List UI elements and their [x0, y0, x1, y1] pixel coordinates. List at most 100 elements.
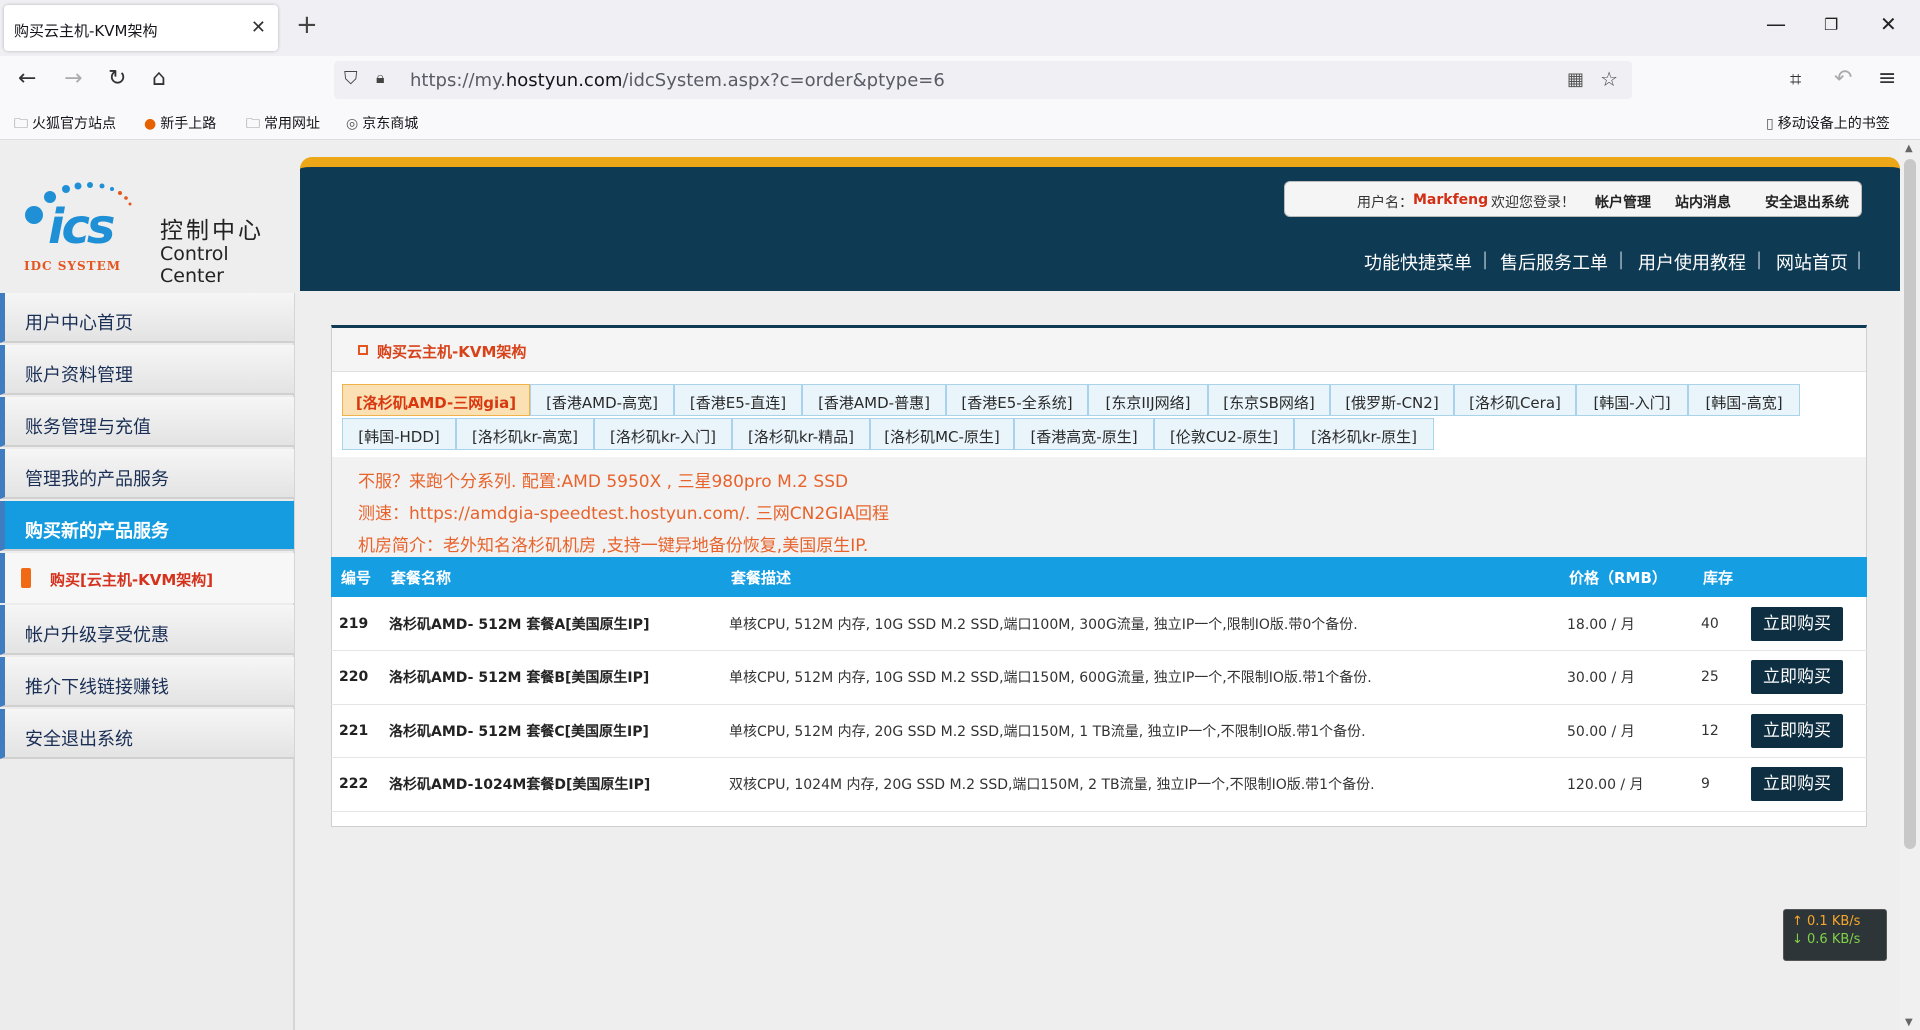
- tab-korea-entry[interactable]: [韩国-入门]: [1576, 384, 1688, 416]
- menu-icon[interactable]: ≡: [1878, 66, 1896, 92]
- browser-tab-bar: 购买云主机-KVM架构 ✕ + — ❐ ✕: [0, 0, 1920, 56]
- browser-nav-bar: ← → ↻ ⌂ ⛉ 🔒︎ https://my.hostyun.com/idcS…: [0, 56, 1920, 104]
- network-speed-widget: ↑ 0.1 KB/s ↓ 0.6 KB/s: [1783, 909, 1887, 961]
- restore-icon[interactable]: ❐: [1824, 15, 1838, 34]
- sidebar-subitem-buy-kvm[interactable]: 购买[云主机-KVM架构]: [0, 553, 294, 603]
- welcome-text: 欢迎您登录！: [1491, 195, 1575, 211]
- tab-hk-high-native[interactable]: [香港高宽-原生]: [1014, 418, 1154, 450]
- upload-speed: ↑ 0.1 KB/s: [1792, 914, 1861, 929]
- topmenu-tutorial[interactable]: 用户使用教程: [1638, 249, 1746, 275]
- topmenu-shortcuts[interactable]: 功能快捷菜单: [1364, 249, 1472, 275]
- reload-icon[interactable]: ↻: [108, 66, 126, 92]
- sidebar-item-logout[interactable]: 安全退出系统: [0, 709, 294, 759]
- column-header: 价格（RMB）: [1559, 557, 1693, 597]
- sidebar-item-buy-products[interactable]: 购买新的产品服务: [0, 501, 294, 551]
- notice-box: 不服？来跑个分系列. 配置:AMD 5950X , 三星980pro M.2 S…: [332, 457, 1866, 557]
- shield-icon[interactable]: ⛉: [344, 68, 358, 89]
- scroll-up-icon[interactable]: ▲: [1905, 143, 1913, 154]
- tab-la-kr-native[interactable]: [洛杉矶kr-原生]: [1294, 418, 1434, 450]
- buy-now-button[interactable]: 立即购买: [1751, 767, 1843, 802]
- plan-desc: 双核CPU, 1024M 内存, 20G SSD M.2 SSD,端口150M,…: [721, 757, 1559, 812]
- plan-name: 洛杉矶AMD- 512M 套餐C[美国原生IP]: [381, 704, 721, 758]
- new-tab-icon[interactable]: +: [296, 12, 318, 38]
- plan-name: 洛杉矶AMD-1024M套餐D[美国原生IP]: [381, 757, 721, 812]
- site-logo[interactable]: ics IDC SYSTEM 控制中心 Control Center: [20, 181, 290, 287]
- order-panel: 购买云主机-KVM架构 [洛杉矶AMD-三网gia] [香港AMD-高宽] [香…: [331, 325, 1867, 827]
- table-row: 222 洛杉矶AMD-1024M套餐D[美国原生IP] 双核CPU, 1024M…: [331, 757, 1867, 812]
- tab-russia-cn2[interactable]: [俄罗斯-CN2]: [1330, 384, 1454, 416]
- bookmark-star-icon[interactable]: ☆: [1600, 67, 1618, 91]
- table-header-row: 编号 套餐名称 套餐描述 价格（RMB） 库存: [331, 557, 1867, 597]
- plan-id: 220: [331, 650, 381, 705]
- plan-stock: 9: [1693, 757, 1743, 812]
- plan-desc: 单核CPU, 512M 内存, 10G SSD M.2 SSD,端口100M, …: [721, 597, 1559, 651]
- forward-icon[interactable]: →: [64, 66, 82, 92]
- page-scrollbar[interactable]: ▲ ▼: [1900, 141, 1920, 1030]
- bookmark-item[interactable]: ◎ 京东商城: [346, 113, 418, 133]
- tab-korea-hdd[interactable]: [韩国-HDD]: [342, 418, 456, 450]
- buy-cell: 立即购买: [1743, 704, 1867, 758]
- tab-hk-amd-high[interactable]: [香港AMD-高宽]: [530, 384, 674, 416]
- browser-tab[interactable]: 购买云主机-KVM架构 ✕: [4, 5, 278, 51]
- logout-link[interactable]: 安全退出系统: [1765, 192, 1849, 212]
- menu-separator: |: [1856, 249, 1863, 270]
- scroll-down-icon[interactable]: ▼: [1905, 1017, 1913, 1028]
- plans-table: 编号 套餐名称 套餐描述 价格（RMB） 库存 219 洛杉矶AMD- 512M…: [331, 557, 1867, 812]
- tab-la-amd-gia[interactable]: [洛杉矶AMD-三网gia]: [342, 384, 530, 416]
- column-header: [1743, 557, 1867, 597]
- tab-hk-amd-basic[interactable]: [香港AMD-普惠]: [802, 384, 946, 416]
- url-text[interactable]: https://my.hostyun.com/idcSystem.aspx?c=…: [410, 70, 945, 91]
- buy-now-button[interactable]: 立即购买: [1751, 606, 1843, 641]
- tab-london-cu2[interactable]: [伦敦CU2-原生]: [1154, 418, 1294, 450]
- sidebar-item-billing[interactable]: 账务管理与充值: [0, 397, 294, 447]
- bookmark-item[interactable]: 🗀 火狐官方站点: [14, 113, 116, 137]
- sidebar-item-referral[interactable]: 推介下线链接赚钱: [0, 657, 294, 707]
- url-bar[interactable]: ⛉ 🔒︎ https://my.hostyun.com/idcSystem.as…: [334, 61, 1632, 99]
- bookmark-item[interactable]: ● 新手上路: [144, 113, 216, 133]
- close-tab-icon[interactable]: ✕: [251, 17, 266, 38]
- notice-line: 不服？来跑个分系列. 配置:AMD 5950X , 三星980pro M.2 S…: [358, 472, 849, 492]
- tab-tokyo-iij[interactable]: [东京IIJ网络]: [1088, 384, 1208, 416]
- sidebar-item-upgrade[interactable]: 帐户升级享受优惠: [0, 605, 294, 655]
- lock-icon[interactable]: 🔒︎: [376, 68, 385, 88]
- scrollbar-thumb[interactable]: [1904, 159, 1916, 849]
- username-label: 用户名：: [1357, 195, 1413, 211]
- tab-hk-e5-all[interactable]: [香港E5-全系统]: [946, 384, 1088, 416]
- bookmarks-bar: 🗀 火狐官方站点 ● 新手上路 🗀 常用网址 ◎ 京东商城 ▯ 移动设备上的书签: [0, 104, 1920, 140]
- tab-la-kr-high[interactable]: [洛杉矶kr-高宽]: [456, 418, 594, 450]
- back-icon[interactable]: ←: [18, 66, 36, 92]
- plan-stock: 12: [1693, 704, 1743, 758]
- tab-la-kr-premium[interactable]: [洛杉矶kr-精品]: [732, 418, 870, 450]
- crop-icon[interactable]: ⌗: [1790, 66, 1801, 92]
- home-icon[interactable]: ⌂: [152, 66, 166, 92]
- topmenu-home[interactable]: 网站首页: [1776, 249, 1848, 275]
- table-row: 219 洛杉矶AMD- 512M 套餐A[美国原生IP] 单核CPU, 512M…: [331, 597, 1867, 651]
- panel-title: 购买云主机-KVM架构: [377, 343, 527, 361]
- bookmark-item[interactable]: 🗀 常用网址: [246, 113, 320, 137]
- tab-la-kr-entry[interactable]: [洛杉矶kr-入门]: [594, 418, 732, 450]
- tab-korea-high[interactable]: [韩国-高宽]: [1688, 384, 1800, 416]
- buy-now-button[interactable]: 立即购买: [1751, 660, 1843, 695]
- mobile-bookmarks[interactable]: ▯ 移动设备上的书签: [1766, 113, 1890, 133]
- plan-price: 30.00 / 月: [1559, 650, 1693, 705]
- close-window-icon[interactable]: ✕: [1880, 12, 1897, 36]
- plan-name: 洛杉矶AMD- 512M 套餐B[美国原生IP]: [381, 650, 721, 705]
- tab-tokyo-sb[interactable]: [东京SB网络]: [1208, 384, 1330, 416]
- topmenu-support-ticket[interactable]: 售后服务工单: [1500, 249, 1608, 275]
- sidebar-item-my-products[interactable]: 管理我的产品服务: [0, 449, 294, 499]
- mobile-icon: ▯: [1766, 116, 1774, 132]
- table-row: 220 洛杉矶AMD- 512M 套餐B[美国原生IP] 单核CPU, 512M…: [331, 650, 1867, 705]
- messages-link[interactable]: 站内消息: [1675, 192, 1731, 212]
- tab-title: 购买云主机-KVM架构: [14, 22, 158, 40]
- minimize-icon[interactable]: —: [1766, 12, 1786, 36]
- tab-hk-e5-direct[interactable]: [香港E5-直连]: [674, 384, 802, 416]
- tab-la-mc-native[interactable]: [洛杉矶MC-原生]: [870, 418, 1014, 450]
- buy-now-button[interactable]: 立即购买: [1751, 713, 1843, 748]
- tab-la-cera[interactable]: [洛杉矶Cera]: [1454, 384, 1576, 416]
- sidebar-item-account-profile[interactable]: 账户资料管理: [0, 345, 294, 395]
- account-management-link[interactable]: 帐户管理: [1595, 192, 1651, 212]
- plan-id: 221: [331, 704, 381, 758]
- qr-code-icon[interactable]: ▦: [1567, 69, 1584, 90]
- sidebar-item-user-center[interactable]: 用户中心首页: [0, 293, 294, 343]
- undo-icon[interactable]: ↶: [1834, 66, 1852, 92]
